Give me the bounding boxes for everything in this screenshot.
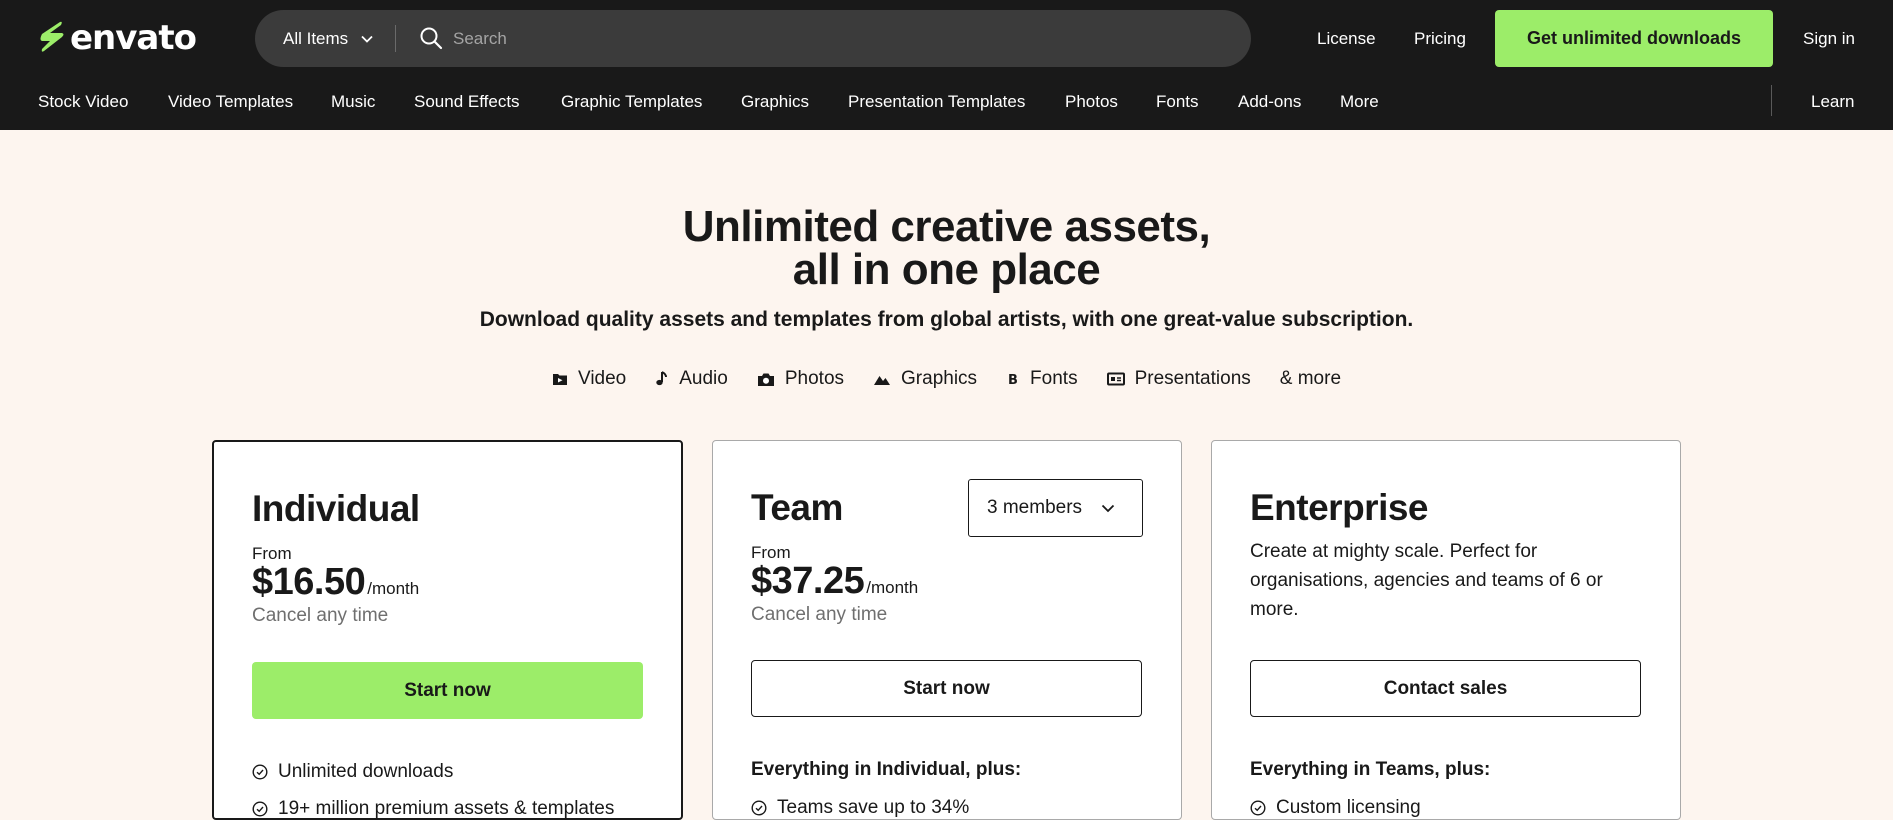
video-folder-icon (552, 374, 567, 385)
nav-item-video-templates[interactable]: Video Templates (168, 78, 293, 126)
feature-item: 19+ million premium assets & templates (252, 798, 614, 820)
svg-text:B: B (1008, 373, 1018, 387)
logo-text: envato (70, 18, 197, 58)
asset-type-presentations: Presentations (1106, 368, 1251, 390)
plan-title: Enterprise (1250, 487, 1429, 528)
envato-logo[interactable]: envato (38, 18, 197, 58)
cancel-note: Cancel any time (751, 604, 888, 625)
feature-item: Unlimited downloads (252, 761, 453, 783)
asset-type-list: Video Audio Photos Graphics B Fonts Pres… (0, 365, 1893, 393)
check-circle-icon (1250, 800, 1266, 816)
asset-type-graphics: Graphics (873, 368, 977, 390)
asset-type-label: Fonts (1030, 368, 1078, 389)
asset-type-label: Graphics (901, 368, 978, 389)
search-icon[interactable] (419, 26, 443, 50)
nav-item-graphics[interactable]: Graphics (741, 78, 809, 126)
nav-divider (1771, 85, 1772, 116)
price-row: $16.50 /month (252, 561, 419, 604)
asset-type-label: Audio (679, 368, 728, 389)
plan-price: $16.50 (252, 561, 366, 603)
camera-icon (757, 373, 774, 386)
nav-item-fonts[interactable]: Fonts (1156, 78, 1199, 126)
pricing-link[interactable]: Pricing (1414, 0, 1466, 78)
asset-type-audio: Audio (655, 368, 728, 390)
category-nav: Stock Video Video Templates Music Sound … (0, 78, 1893, 130)
plan-title: Individual (252, 488, 420, 529)
feature-label: Teams save up to 34% (777, 797, 970, 818)
plan-price: $37.25 (751, 560, 865, 602)
font-b-icon: B (1008, 373, 1018, 387)
sign-in-link[interactable]: Sign in (1803, 0, 1855, 78)
envato-leaf-icon (40, 21, 64, 52)
plan-card-enterprise: Enterprise Create at mighty scale. Perfe… (1211, 440, 1681, 820)
music-note-icon (656, 371, 668, 386)
feature-label: 19+ million premium assets & templates (278, 798, 615, 819)
features-heading: Everything in Individual, plus: (751, 759, 1022, 780)
nav-item-photos[interactable]: Photos (1065, 78, 1118, 126)
page-title-line-1: Unlimited creative assets, (682, 202, 1211, 251)
nav-item-sound-effects[interactable]: Sound Effects (414, 78, 520, 126)
search-input[interactable] (453, 22, 1213, 55)
asset-type-photos: Photos (757, 368, 844, 390)
nav-item-graphic-templates[interactable]: Graphic Templates (561, 78, 702, 126)
asset-type-label: Presentations (1134, 368, 1251, 389)
check-circle-icon (252, 764, 268, 780)
chevron-down-icon (1101, 504, 1115, 513)
team-start-now-button[interactable]: Start now (751, 660, 1142, 717)
search-bar: All Items (255, 10, 1251, 67)
asset-type-label: & more (1279, 368, 1342, 389)
asset-type-fonts: B Fonts (1006, 368, 1078, 390)
feature-item: Custom licensing (1250, 797, 1421, 819)
feature-label: Custom licensing (1276, 797, 1421, 818)
individual-start-now-button[interactable]: Start now (252, 662, 643, 719)
page-title-line-2: all in one place (792, 245, 1101, 294)
mountain-icon (874, 376, 891, 385)
price-period: /month (866, 578, 919, 597)
nav-item-learn[interactable]: Learn (1811, 78, 1854, 126)
contact-sales-button[interactable]: Contact sales (1250, 660, 1641, 717)
nav-item-more[interactable]: More (1340, 78, 1379, 126)
nav-item-presentation-templates[interactable]: Presentation Templates (848, 78, 1025, 126)
asset-type-label: Video (577, 368, 627, 389)
nav-item-stock-video[interactable]: Stock Video (38, 78, 128, 126)
page-subtitle: Download quality assets and templates fr… (479, 308, 1414, 331)
price-period: /month (367, 579, 420, 598)
presentation-icon (1106, 372, 1125, 386)
asset-type-label: Photos (784, 368, 845, 389)
all-items-dropdown[interactable]: All Items (283, 10, 374, 67)
plan-description: Create at mighty scale. Perfect for orga… (1250, 541, 1603, 620)
feature-item: Teams save up to 34% (751, 797, 969, 819)
page-title: Unlimited creative assets, all in one pl… (0, 202, 1893, 294)
plan-card-individual: Individual From $16.50 /month Cancel any… (212, 440, 683, 820)
asset-type-video: Video (552, 368, 626, 390)
members-value: 3 members (987, 497, 1083, 518)
top-bar: envato All Items License Pricing Get unl… (0, 0, 1893, 78)
plan-card-team: Team 3 members From $37.25 /month Cancel… (712, 440, 1182, 820)
price-row: $37.25 /month (751, 560, 918, 603)
chevron-down-icon (361, 35, 373, 43)
search-divider (395, 25, 396, 52)
check-circle-icon (252, 801, 268, 817)
asset-type-more: & more (1280, 368, 1341, 390)
license-link[interactable]: License (1317, 0, 1376, 78)
features-heading: Everything in Teams, plus: (1250, 759, 1491, 780)
nav-item-add-ons[interactable]: Add-ons (1238, 78, 1301, 126)
all-items-label: All Items (283, 28, 349, 48)
feature-label: Unlimited downloads (278, 761, 454, 782)
cancel-note: Cancel any time (252, 605, 389, 626)
plan-title: Team (751, 487, 843, 528)
team-members-select[interactable]: 3 members (968, 479, 1143, 537)
check-circle-icon (751, 800, 767, 816)
nav-item-music[interactable]: Music (331, 78, 375, 126)
get-unlimited-downloads-button[interactable]: Get unlimited downloads (1495, 10, 1773, 67)
